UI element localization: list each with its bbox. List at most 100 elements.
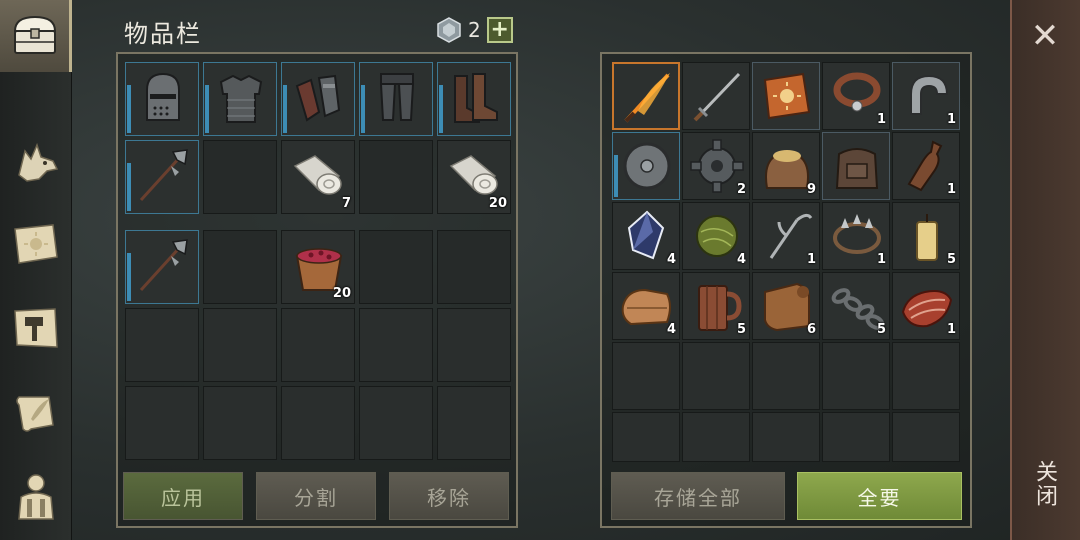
storage-slot[interactable] (752, 62, 820, 130)
inventory-slot[interactable] (203, 230, 277, 304)
storage-slot[interactable]: 2 (682, 132, 750, 200)
storage-slot[interactable]: 5 (822, 272, 890, 340)
flaming-sword-icon (624, 73, 670, 123)
storage-slot[interactable]: 1 (892, 272, 960, 340)
wolf-icon (18, 142, 59, 182)
apply-button[interactable]: 应用 (123, 472, 243, 520)
gem-counter: 2 + (436, 16, 513, 44)
sidebar-crafting-button[interactable] (0, 292, 72, 364)
inventory-slot[interactable] (281, 62, 355, 136)
item-quantity: 1 (876, 112, 886, 127)
item-quantity: 20 (332, 286, 351, 301)
storage-slot[interactable]: 1 (752, 202, 820, 270)
inventory-slot[interactable] (125, 308, 199, 382)
gem-count-value: 2 (468, 18, 481, 42)
storage-slot[interactable]: 6 (752, 272, 820, 340)
character-icon (18, 474, 54, 520)
inventory-slot[interactable] (437, 308, 511, 382)
sidebar-scroll-button[interactable] (0, 376, 72, 448)
storage-slot[interactable]: 5 (682, 272, 750, 340)
storage-slot[interactable]: 1 (822, 62, 890, 130)
item-quantity: 6 (806, 322, 816, 337)
chest-icon (13, 15, 56, 54)
halberd-icon (139, 149, 188, 202)
quill-scroll-icon (16, 396, 54, 432)
leather-boots-icon (454, 73, 498, 123)
take-all-button[interactable]: 全要 (797, 472, 962, 520)
item-quantity: 5 (946, 252, 956, 267)
storage-slot[interactable] (892, 412, 960, 462)
inventory-slot[interactable] (125, 62, 199, 136)
inventory-slot[interactable] (359, 308, 433, 382)
storage-slot[interactable] (752, 342, 820, 410)
inventory-slot[interactable] (359, 62, 433, 136)
item-quantity: 4 (666, 322, 676, 337)
storage-slot[interactable] (822, 342, 890, 410)
inventory-slot[interactable] (203, 140, 277, 214)
storage-slot[interactable]: 1 (822, 202, 890, 270)
sun-book-icon (763, 72, 811, 120)
leather-backpack-icon (835, 148, 879, 189)
sidebar-chest-button[interactable] (0, 0, 72, 72)
storage-slot[interactable] (612, 412, 680, 462)
close-icon[interactable]: ✕ (1020, 16, 1070, 56)
item-quantity: 1 (806, 252, 816, 267)
store-all-button[interactable]: 存储全部 (611, 472, 785, 520)
inventory-slot[interactable] (359, 140, 433, 214)
remove-button[interactable]: 移除 (389, 472, 509, 520)
storage-slot[interactable]: 4 (612, 202, 680, 270)
inventory-slot[interactable]: 20 (437, 140, 511, 214)
leg-armor-icon (379, 73, 415, 121)
inventory-slot[interactable] (203, 308, 277, 382)
knight-helmet-icon (146, 72, 180, 121)
storage-slot[interactable] (822, 412, 890, 462)
inventory-slot[interactable]: 7 (281, 140, 355, 214)
add-gems-button[interactable]: + (486, 17, 513, 43)
round-shield-icon (623, 142, 671, 190)
inventory-slot[interactable]: 20 (281, 230, 355, 304)
item-quantity: 4 (666, 252, 676, 267)
storage-slot[interactable] (892, 342, 960, 410)
storage-slot[interactable]: 1 (892, 132, 960, 200)
sidebar-character-button[interactable] (0, 460, 72, 532)
inventory-slot[interactable] (437, 386, 511, 460)
cloth-roll-icon (293, 155, 342, 195)
storage-slot[interactable] (682, 62, 750, 130)
inventory-slot[interactable] (437, 62, 511, 136)
item-quantity: 2 (736, 182, 746, 197)
split-button[interactable]: 分割 (256, 472, 376, 520)
storage-slot[interactable]: 9 (752, 132, 820, 200)
storage-slot[interactable] (822, 132, 890, 200)
inventory-slot[interactable] (437, 230, 511, 304)
inventory-slot[interactable] (203, 62, 277, 136)
item-quantity: 1 (946, 112, 956, 127)
sun-book-icon (14, 224, 58, 264)
storage-slot[interactable] (752, 412, 820, 462)
sidebar-recipes-button[interactable] (0, 208, 72, 280)
chainmail-armor-icon (219, 74, 263, 123)
inventory-slot[interactable] (281, 386, 355, 460)
storage-slot[interactable] (682, 342, 750, 410)
item-quantity: 1 (876, 252, 886, 267)
inventory-slot[interactable] (359, 230, 433, 304)
inventory-slot[interactable] (125, 386, 199, 460)
storage-slot[interactable]: 4 (612, 272, 680, 340)
item-quantity: 7 (341, 196, 351, 211)
storage-slot[interactable]: 5 (892, 202, 960, 270)
inventory-slot[interactable] (203, 386, 277, 460)
inventory-slot[interactable] (359, 386, 433, 460)
item-quantity: 1 (946, 182, 956, 197)
storage-slot[interactable] (612, 62, 680, 130)
inventory-slot[interactable] (125, 230, 199, 304)
storage-slot[interactable] (612, 132, 680, 200)
close-panel[interactable] (1010, 0, 1080, 540)
storage-slot[interactable]: 1 (892, 62, 960, 130)
item-quantity: 4 (736, 252, 746, 267)
close-label[interactable]: 关闭 (1030, 460, 1060, 508)
storage-slot[interactable]: 4 (682, 202, 750, 270)
sidebar-wolf-button[interactable] (0, 126, 72, 198)
inventory-slot[interactable] (125, 140, 199, 214)
storage-slot[interactable] (682, 412, 750, 462)
inventory-slot[interactable] (281, 308, 355, 382)
storage-slot[interactable] (612, 342, 680, 410)
